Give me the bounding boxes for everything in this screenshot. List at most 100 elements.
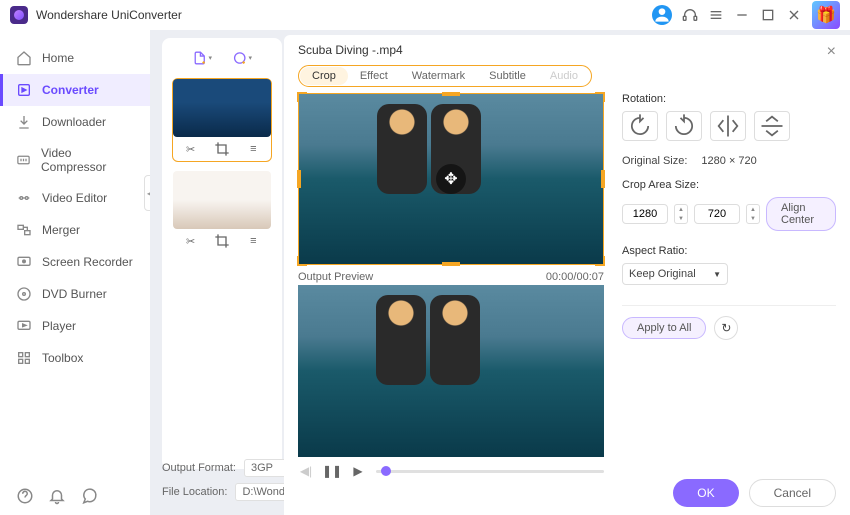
rotate-ccw-button[interactable] (666, 111, 702, 141)
sidebar-item-converter[interactable]: Converter (0, 74, 150, 106)
app-title: Wondershare UniConverter (36, 8, 182, 22)
player-controls: ◀| ❚❚ ▶ (298, 463, 604, 479)
gift-icon[interactable]: 🎁 (812, 1, 840, 29)
editor-close-icon[interactable]: × (827, 43, 836, 61)
flip-horizontal-button[interactable] (710, 111, 746, 141)
thumbnail-image (173, 171, 271, 229)
original-size-label: Original Size: (622, 155, 687, 167)
cancel-button[interactable]: Cancel (749, 479, 836, 507)
file-thumb-1[interactable]: ✂ ≡ (172, 78, 272, 162)
rotate-cw-button[interactable] (622, 111, 658, 141)
crop-handle-left[interactable] (297, 170, 301, 188)
minimize-icon[interactable] (734, 7, 750, 23)
aspect-ratio-select[interactable]: Keep Original ▼ (622, 263, 728, 285)
original-size-value: 1280 × 720 (701, 155, 756, 167)
file-thumb-2[interactable]: ✂ ≡ (172, 170, 272, 254)
more-icon[interactable]: ≡ (243, 141, 263, 157)
crop-handle-br[interactable] (595, 256, 605, 266)
crop-icon[interactable] (212, 233, 232, 249)
crop-area-label: Crop Area Size: (622, 179, 836, 191)
bell-icon[interactable] (48, 487, 66, 505)
chevron-down-icon: ▼ (713, 270, 721, 279)
menu-icon[interactable] (708, 7, 724, 23)
more-icon[interactable]: ≡ (243, 233, 263, 249)
sidebar-item-home[interactable]: Home (0, 42, 150, 74)
trim-icon[interactable]: ✂ (181, 233, 201, 249)
editor-tabs: Crop Effect Watermark Subtitle Audio (298, 65, 592, 87)
ok-button[interactable]: OK (673, 479, 738, 507)
sidebar-item-downloader[interactable]: Downloader (0, 106, 150, 138)
tab-crop[interactable]: Crop (300, 67, 348, 85)
width-down[interactable]: ▼ (675, 214, 687, 223)
seek-bar[interactable] (376, 470, 604, 473)
move-icon[interactable]: ✥ (436, 164, 466, 194)
user-avatar-icon[interactable] (652, 5, 672, 25)
trim-icon[interactable]: ✂ (181, 141, 201, 157)
maximize-icon[interactable] (760, 7, 776, 23)
close-icon[interactable] (786, 7, 802, 23)
crop-icon[interactable] (212, 141, 232, 157)
crop-handle-tr[interactable] (595, 92, 605, 102)
preview-content (430, 295, 480, 385)
sidebar-item-label: Player (42, 319, 76, 333)
sidebar-item-compressor[interactable]: Video Compressor (0, 138, 150, 182)
sidebar-item-dvd[interactable]: DVD Burner (0, 278, 150, 310)
chat-icon[interactable] (80, 487, 98, 505)
sidebar-item-label: Merger (42, 223, 80, 237)
sidebar-item-player[interactable]: Player (0, 310, 150, 342)
preview-content (377, 104, 427, 194)
prev-frame-icon[interactable]: ◀| (298, 463, 314, 479)
sidebar-item-label: Video Editor (42, 191, 107, 205)
sidebar: Home Converter Downloader Video Compress… (0, 30, 150, 515)
pause-icon[interactable]: ❚❚ (324, 463, 340, 479)
converter-icon (16, 82, 32, 98)
compress-icon (16, 152, 31, 168)
sidebar-item-toolbox[interactable]: Toolbox (0, 342, 150, 374)
play-icon[interactable]: ▶ (350, 463, 366, 479)
separator (622, 305, 836, 306)
editor-icon (16, 190, 32, 206)
seek-knob[interactable] (381, 466, 391, 476)
rotation-label: Rotation: (622, 93, 836, 105)
tab-audio[interactable]: Audio (538, 67, 590, 85)
download-icon (16, 114, 32, 130)
file-location-label: File Location: (162, 486, 227, 498)
sidebar-item-recorder[interactable]: Screen Recorder (0, 246, 150, 278)
flip-vertical-button[interactable] (754, 111, 790, 141)
crop-handle-bl[interactable] (297, 256, 307, 266)
timecode: 00:00/00:07 (546, 271, 604, 283)
height-down[interactable]: ▼ (747, 214, 759, 223)
headset-icon[interactable] (682, 7, 698, 23)
sidebar-item-label: Home (42, 51, 74, 65)
sidebar-item-label: Downloader (42, 115, 106, 129)
crop-height-input[interactable] (694, 204, 740, 224)
crop-width-input[interactable] (622, 204, 668, 224)
crop-handle-right[interactable] (601, 170, 605, 188)
add-folder-icon[interactable]: ▾ (232, 48, 252, 68)
tab-watermark[interactable]: Watermark (400, 67, 477, 85)
sidebar-item-label: Converter (42, 83, 99, 97)
apply-to-all-button[interactable]: Apply to All (622, 317, 706, 339)
height-up[interactable]: ▲ (747, 205, 759, 214)
crop-preview[interactable]: ✥ (298, 93, 604, 265)
aspect-ratio-label: Aspect Ratio: (622, 245, 836, 257)
reset-icon[interactable]: ↻ (714, 316, 738, 340)
tab-subtitle[interactable]: Subtitle (477, 67, 538, 85)
sidebar-item-label: DVD Burner (42, 287, 107, 301)
output-preview-label: Output Preview (298, 271, 373, 283)
titlebar: Wondershare UniConverter 🎁 (0, 0, 850, 30)
sidebar-item-editor[interactable]: Video Editor (0, 182, 150, 214)
editor-panel: Scuba Diving -.mp4 × Crop Effect Waterma… (284, 35, 850, 515)
crop-handle-bottom[interactable] (442, 262, 460, 266)
width-up[interactable]: ▲ (675, 205, 687, 214)
crop-handle-top[interactable] (442, 92, 460, 96)
toolbox-icon (16, 350, 32, 366)
sidebar-item-merger[interactable]: Merger (0, 214, 150, 246)
crop-handle-tl[interactable] (297, 92, 307, 102)
recorder-icon (16, 254, 32, 270)
tab-effect[interactable]: Effect (348, 67, 400, 85)
help-icon[interactable] (16, 487, 34, 505)
thumbnail-image (173, 79, 271, 137)
align-center-button[interactable]: Align Center (766, 197, 836, 231)
add-file-icon[interactable]: ▾ (192, 48, 212, 68)
